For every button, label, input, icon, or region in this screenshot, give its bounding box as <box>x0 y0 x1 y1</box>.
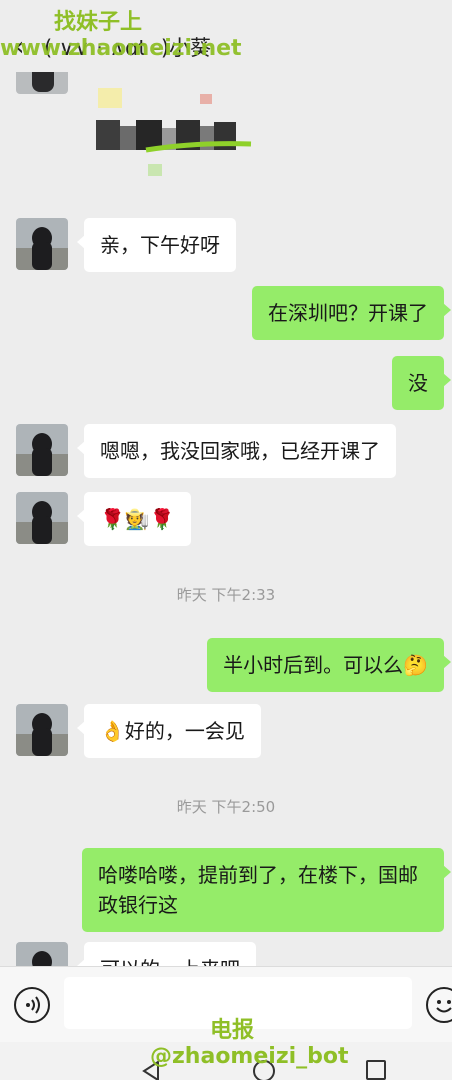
message-bubble-received[interactable]: 👌好的，一会见 <box>77 704 261 758</box>
avatar[interactable] <box>16 218 68 270</box>
pixelated-sticker <box>86 80 266 190</box>
watermark-handle: @zhaomeizi_bot <box>150 1044 349 1069</box>
avatar[interactable] <box>16 942 68 966</box>
message-bubble-received[interactable]: 亲，下午好呀 <box>77 218 236 272</box>
avatar[interactable] <box>16 424 68 476</box>
avatar[interactable] <box>16 492 68 544</box>
emoji-icon[interactable] <box>426 987 452 1023</box>
message-bubble-sent[interactable]: 没 <box>392 356 451 410</box>
watermark-text: 电报 <box>210 1018 255 1043</box>
timestamp: 昨天 下午2:50 <box>176 798 276 816</box>
watermark-text: 找妹子上 <box>54 10 143 35</box>
message-bubble-sent[interactable]: 哈喽哈喽，提前到了，在楼下，国邮政银行这 <box>82 848 451 932</box>
message-bubble-received[interactable]: 嗯嗯，我没回家哦，已经开课了 <box>77 424 396 478</box>
message-bubble-received[interactable]: 🌹🧑‍🌾🌹 <box>77 492 191 546</box>
message-bubble-sent[interactable]: 半小时后到。可以么🤔 <box>207 638 451 692</box>
voice-icon[interactable] <box>14 987 50 1023</box>
avatar[interactable] <box>16 72 68 94</box>
square-recent-icon[interactable] <box>366 1060 386 1080</box>
timestamp: 昨天 下午2:33 <box>176 586 276 604</box>
message-bubble-received[interactable]: 可以的，上来吧 <box>77 942 256 966</box>
avatar[interactable] <box>16 704 68 756</box>
watermark-url: www.zhaomeizi.net <box>0 36 242 61</box>
message-list[interactable]: 亲，下午好呀 在深圳吧？开课了 没 嗯嗯，我没回家哦，已经开课了 🌹🧑‍🌾🌹 昨… <box>0 72 452 966</box>
message-bubble-sent[interactable]: 在深圳吧？开课了 <box>252 286 451 340</box>
